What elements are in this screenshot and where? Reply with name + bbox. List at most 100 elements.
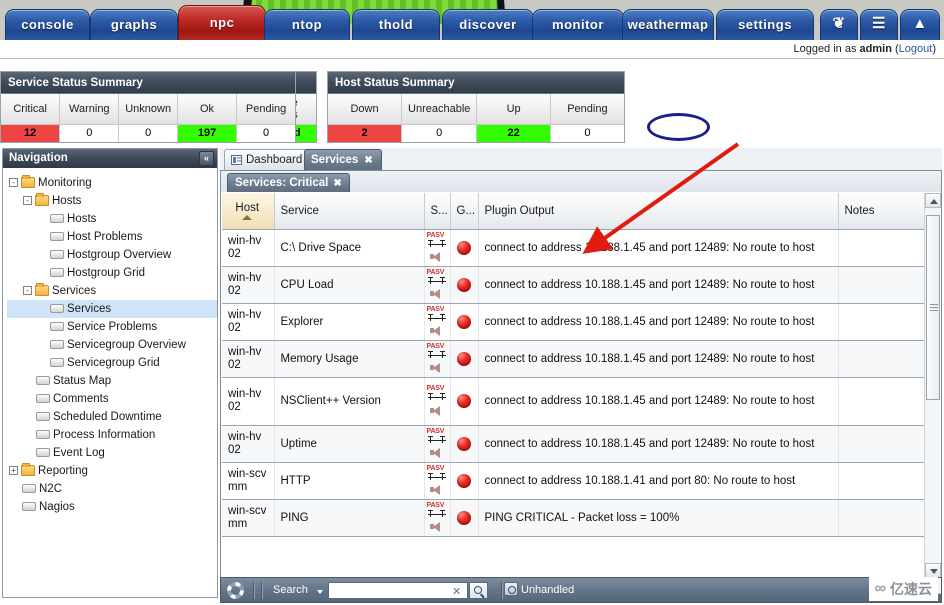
dashboard-icon bbox=[231, 154, 242, 165]
search-label[interactable]: Search bbox=[273, 584, 308, 596]
top-tab-settings[interactable]: settings bbox=[716, 9, 814, 40]
grid-column-header-s[interactable]: S... bbox=[424, 193, 451, 230]
top-tab-graphs[interactable]: graphs bbox=[90, 9, 178, 40]
table-row[interactable]: win-hv02 Memory Usage PASV connect to addre… bbox=[222, 340, 925, 378]
cell-service[interactable]: Memory Usage bbox=[274, 340, 425, 378]
panel-value-cell[interactable]: 0 bbox=[401, 124, 478, 142]
sidebar-item-services[interactable]: - Services bbox=[7, 282, 217, 300]
grid-column-header-g[interactable]: G... bbox=[450, 193, 479, 230]
unhandled-filter-label[interactable]: Unhandled bbox=[521, 584, 574, 596]
cell-service[interactable]: PING bbox=[274, 499, 425, 537]
sidebar-item-hosts[interactable]: - Hosts bbox=[7, 192, 217, 210]
cell-host[interactable]: win-hv02 bbox=[222, 377, 275, 426]
filter-icon[interactable] bbox=[504, 582, 518, 596]
logout-link[interactable]: Logout bbox=[899, 43, 933, 55]
cell-service[interactable]: HTTP bbox=[274, 462, 425, 500]
panel-value-cell[interactable]: 0 bbox=[550, 124, 624, 142]
sidebar-item-hostgroup-overview[interactable]: Hostgroup Overview bbox=[7, 246, 217, 264]
cell-service[interactable]: Explorer bbox=[274, 303, 425, 341]
sidebar-item-hostgroup-grid[interactable]: Hostgroup Grid bbox=[7, 264, 217, 282]
sidebar-item-nagios[interactable]: Nagios bbox=[7, 498, 217, 516]
sidebar-item-comments[interactable]: Comments bbox=[7, 390, 217, 408]
tree-expander-collapse-icon[interactable]: - bbox=[23, 286, 32, 296]
panel-value-cell[interactable]: 0 bbox=[236, 124, 296, 142]
sidebar-item-services[interactable]: Services bbox=[7, 300, 217, 318]
tab-dashboard[interactable]: Dashboard bbox=[224, 149, 312, 170]
scroll-up-button[interactable] bbox=[925, 193, 941, 208]
panel-value-cell[interactable]: 197 bbox=[177, 124, 237, 142]
cell-service[interactable]: CPU Load bbox=[274, 266, 425, 304]
cell-status-ball bbox=[450, 462, 479, 500]
search-dropdown-chevron-icon[interactable] bbox=[317, 590, 323, 594]
page-icon bbox=[50, 214, 64, 224]
panel-value-cell[interactable]: 22 bbox=[476, 124, 551, 142]
table-row[interactable]: win-scvmm PING PASV PING CRITICAL - Packet … bbox=[222, 499, 925, 537]
panel-value-cell[interactable]: 0 bbox=[59, 124, 120, 142]
table-row[interactable]: win-hv02 Explorer PASV connect to address 1… bbox=[222, 303, 925, 341]
scrollbar-thumb[interactable] bbox=[926, 215, 940, 400]
grid-column-header-host[interactable]: Host bbox=[222, 193, 275, 230]
sidebar-item-label: Service Problems bbox=[67, 321, 158, 333]
cell-host[interactable]: win-scvmm bbox=[222, 499, 275, 537]
refresh-spinner-icon[interactable] bbox=[227, 582, 244, 599]
top-tab-list-icon[interactable]: ☰ bbox=[860, 9, 898, 40]
cell-host[interactable]: win-hv02 bbox=[222, 340, 275, 378]
cell-host[interactable]: win-scvmm bbox=[222, 462, 275, 500]
collapse-sidebar-icon[interactable]: « bbox=[199, 151, 214, 166]
logged-in-username: admin bbox=[859, 43, 892, 55]
tree-expander-collapse-icon[interactable]: - bbox=[9, 178, 18, 188]
top-tab-monitor[interactable]: monitor bbox=[532, 9, 624, 40]
close-icon[interactable]: ✖ bbox=[333, 178, 341, 189]
sidebar-item-servicegroup-overview[interactable]: Servicegroup Overview bbox=[7, 336, 217, 354]
panel-value-cell[interactable]: 12 bbox=[1, 124, 61, 142]
cell-service[interactable]: C:\ Drive Space bbox=[274, 229, 425, 267]
sidebar-item-service-problems[interactable]: Service Problems bbox=[7, 318, 217, 336]
grid-column-header-pluginoutput[interactable]: Plugin Output bbox=[478, 193, 839, 230]
sidebar-item-status-map[interactable]: Status Map bbox=[7, 372, 217, 390]
sidebar-item-reporting[interactable]: + Reporting bbox=[7, 462, 217, 480]
search-input[interactable] bbox=[328, 582, 468, 599]
sidebar-item-event-log[interactable]: Event Log bbox=[7, 444, 217, 462]
scrollbar-grip-icon bbox=[930, 303, 938, 312]
cell-host[interactable]: win-hv02 bbox=[222, 266, 275, 304]
grid-vertical-scrollbar[interactable] bbox=[924, 193, 941, 578]
grid-column-header-notes[interactable]: Notes bbox=[838, 193, 925, 230]
cell-host[interactable]: win-hv02 bbox=[222, 303, 275, 341]
table-row[interactable]: win-scvmm HTTP PASV connect to address 10.1… bbox=[222, 462, 925, 500]
sidebar-item-monitoring[interactable]: - Monitoring bbox=[7, 174, 217, 192]
cell-host[interactable]: win-hv02 bbox=[222, 425, 275, 463]
sub-tab-services-critical[interactable]: Services: Critical ✖ bbox=[227, 173, 350, 192]
top-tab-tree-balloon-icon[interactable]: ❦ bbox=[820, 9, 858, 40]
table-row[interactable]: win-hv02 C:\ Drive Space PASV connect to ad… bbox=[222, 229, 925, 267]
top-tab-thold[interactable]: thold bbox=[352, 9, 440, 40]
sidebar-item-host-problems[interactable]: Host Problems bbox=[7, 228, 217, 246]
cell-service[interactable]: NSClient++ Version bbox=[274, 377, 425, 426]
sidebar-item-process-information[interactable]: Process Information bbox=[7, 426, 217, 444]
sidebar-item-n2c[interactable]: N2C bbox=[7, 480, 217, 498]
top-tab-console[interactable]: console bbox=[5, 9, 90, 40]
status-critical-icon bbox=[457, 436, 471, 451]
cell-host[interactable]: win-hv02 bbox=[222, 229, 275, 267]
top-tab-npc[interactable]: npc bbox=[178, 5, 266, 40]
table-row[interactable]: win-hv02 CPU Load PASV connect to address 1… bbox=[222, 266, 925, 304]
tab-services[interactable]: Services ✖ bbox=[304, 149, 382, 170]
table-row[interactable]: win-hv02 Uptime PASV connect to address 10.… bbox=[222, 425, 925, 463]
panel-value-cell[interactable]: 2 bbox=[328, 124, 403, 142]
top-tab-discover[interactable]: discover bbox=[442, 9, 534, 40]
panel-value-cell[interactable]: 0 bbox=[118, 124, 179, 142]
sidebar-item-hosts[interactable]: Hosts bbox=[7, 210, 217, 228]
search-submit-button[interactable] bbox=[469, 582, 488, 599]
sidebar-item-servicegroup-grid[interactable]: Servicegroup Grid bbox=[7, 354, 217, 372]
search-clear-icon[interactable]: ✕ bbox=[452, 585, 461, 598]
top-tab-weathermap[interactable]: weathermap bbox=[622, 9, 714, 40]
sidebar-item-scheduled-downtime[interactable]: Scheduled Downtime bbox=[7, 408, 217, 426]
scroll-down-button[interactable] bbox=[925, 563, 941, 578]
cell-service[interactable]: Uptime bbox=[274, 425, 425, 463]
tree-expander-expand-icon[interactable]: + bbox=[9, 466, 18, 476]
close-icon[interactable]: ✖ bbox=[364, 155, 372, 166]
top-tab-ntop[interactable]: ntop bbox=[264, 9, 350, 40]
grid-column-header-service[interactable]: Service bbox=[274, 193, 425, 230]
table-row[interactable]: win-hv02 NSClient++ Version PASV connect to… bbox=[222, 377, 925, 426]
tree-expander-collapse-icon[interactable]: - bbox=[23, 196, 32, 206]
top-tab-chart-icon[interactable]: ▲ bbox=[900, 9, 940, 40]
